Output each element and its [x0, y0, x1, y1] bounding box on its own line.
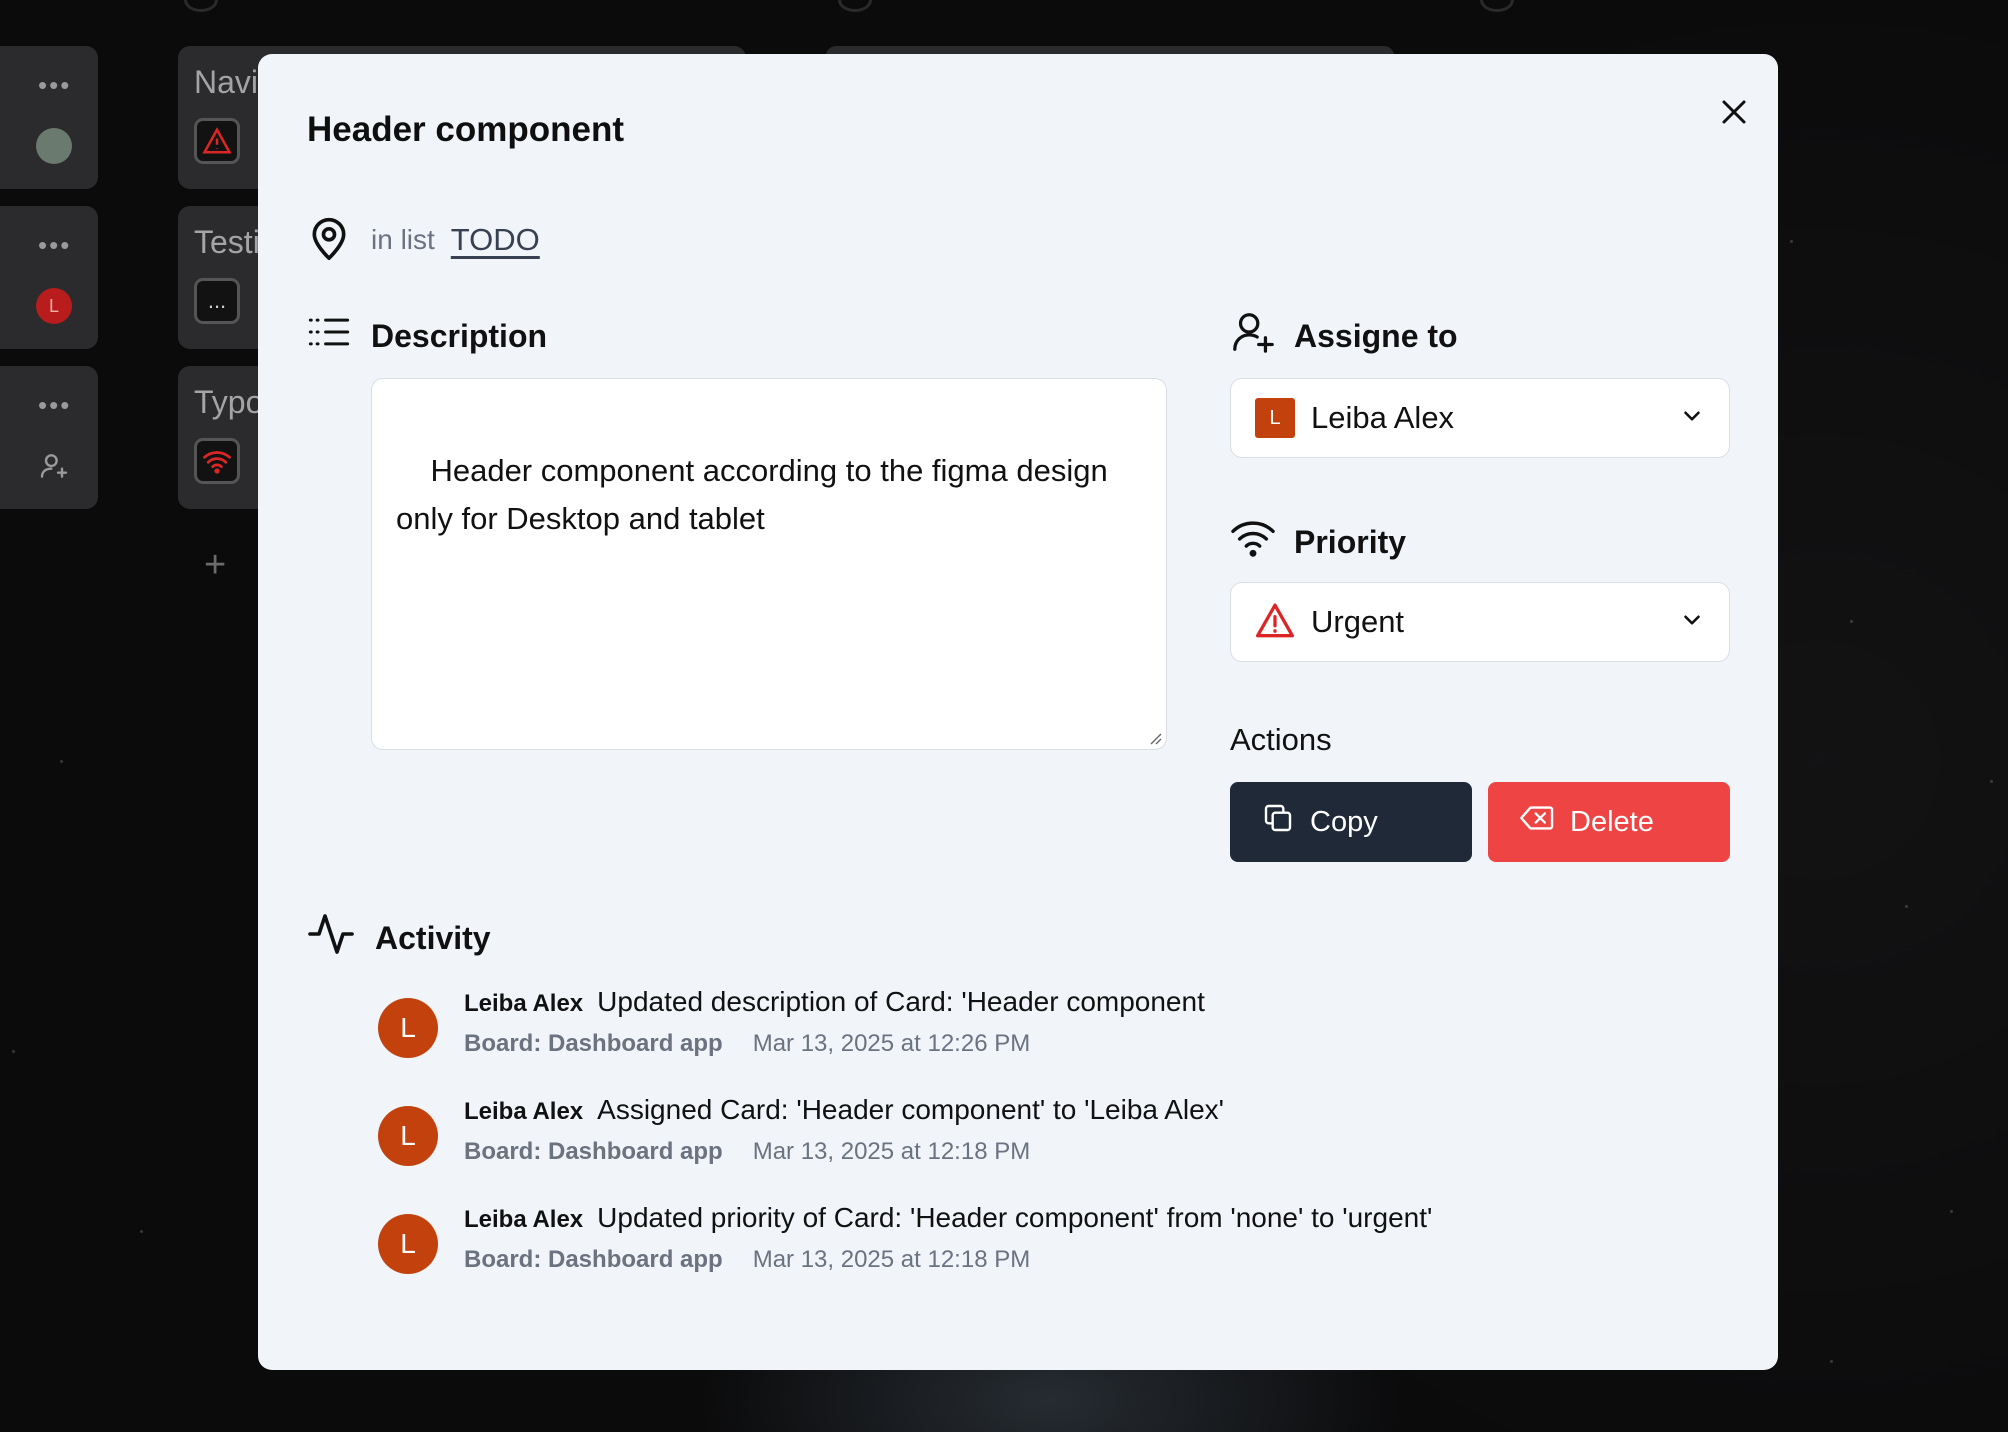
assignee-heading-text: Assigne to — [1294, 317, 1458, 354]
activity-user: Leiba Alex — [464, 1098, 584, 1125]
delete-button[interactable]: Delete — [1488, 782, 1730, 862]
priority-heading-text: Priority — [1294, 523, 1407, 560]
activity-board: Board: Dashboard app — [464, 1246, 723, 1273]
copy-button-label: Copy — [1310, 805, 1378, 838]
task-card-title: Navi — [194, 64, 259, 100]
activity-heading-text: Activity — [375, 919, 491, 956]
activity-board: Board: Dashboard app — [464, 1138, 723, 1165]
priority-value: Urgent — [1311, 604, 1405, 639]
side-card[interactable]: ••• L — [0, 206, 98, 349]
side-card[interactable]: ••• — [0, 366, 98, 509]
card-detail-modal: Header component in list TODO Descriptio… — [258, 54, 1778, 1370]
assignee-avatar: L — [1255, 398, 1295, 438]
activity-item: L Leiba Alex Updated description of Card:… — [378, 986, 1738, 1094]
activity-time: Mar 13, 2025 at 12:18 PM — [752, 1246, 1031, 1273]
activity-user: Leiba Alex — [464, 990, 584, 1017]
card-title: Header component — [307, 110, 624, 149]
signal-icon — [203, 451, 231, 474]
avatar: L — [378, 998, 438, 1058]
assignee-value: Leiba Alex — [1311, 400, 1455, 435]
avatar: L — [378, 1214, 438, 1274]
activity-heading: Activity — [307, 906, 491, 970]
search-icon — [838, 0, 872, 12]
delete-button-label: Delete — [1570, 805, 1654, 838]
activity-item: L Leiba Alex Assigned Card: 'Header compo… — [378, 1094, 1738, 1202]
list-location: in list TODO — [307, 214, 540, 266]
add-user-icon — [1230, 309, 1276, 363]
backspace-icon — [1520, 803, 1554, 841]
activity-text: Assigned Card: 'Header component' to 'Le… — [597, 1094, 1225, 1125]
avatar — [36, 128, 72, 164]
side-card[interactable]: ••• — [0, 46, 98, 189]
in-list-label: in list — [371, 224, 435, 255]
priority-select[interactable]: Urgent — [1230, 582, 1730, 662]
warning-icon — [202, 127, 232, 154]
avatar: L — [36, 288, 72, 324]
activity-text: Updated priority of Card: 'Header compon… — [597, 1202, 1433, 1233]
copy-button[interactable]: Copy — [1230, 782, 1472, 862]
map-pin-icon — [307, 214, 351, 267]
description-text: Header component according to the figma … — [396, 453, 1108, 536]
add-user-icon[interactable] — [38, 450, 70, 487]
task-card-title: Typo — [194, 384, 264, 420]
priority-badge — [194, 118, 240, 164]
description-heading: Description — [307, 310, 547, 362]
more-icon[interactable]: ••• — [38, 72, 71, 98]
signal-icon — [1230, 517, 1276, 567]
chevron-down-icon — [1679, 607, 1705, 638]
resize-handle-icon[interactable] — [1146, 729, 1162, 745]
priority-heading: Priority — [1230, 510, 1406, 574]
copy-icon — [1262, 802, 1294, 842]
activity-item: L Leiba Alex Updated priority of Card: 'H… — [378, 1202, 1738, 1310]
add-card-icon[interactable]: + — [204, 544, 226, 587]
assignee-heading: Assigne to — [1230, 304, 1458, 368]
list-link[interactable]: TODO — [451, 222, 540, 258]
close-icon — [1722, 100, 1746, 124]
column-header-icon — [1480, 0, 1514, 12]
description-textarea[interactable]: Header component according to the figma … — [371, 378, 1167, 750]
activity-time: Mar 13, 2025 at 12:18 PM — [752, 1138, 1031, 1165]
avatar: L — [378, 1106, 438, 1166]
list-icon — [307, 314, 351, 358]
column-header-icon — [184, 0, 218, 12]
activity-text: Updated description of Card: 'Header com… — [597, 986, 1205, 1017]
warning-icon — [1255, 601, 1295, 644]
activity-icon — [307, 909, 355, 967]
task-card-title: Testi — [194, 224, 260, 260]
priority-badge — [194, 438, 240, 484]
more-icon[interactable]: ••• — [38, 392, 71, 418]
activity-list: L Leiba Alex Updated description of Card:… — [378, 986, 1738, 1310]
assignee-select[interactable]: L Leiba Alex — [1230, 378, 1730, 458]
close-button[interactable] — [1706, 84, 1762, 140]
actions-heading: Actions — [1230, 722, 1332, 757]
more-icon[interactable]: ••• — [38, 232, 71, 258]
description-heading-text: Description — [371, 317, 548, 354]
activity-time: Mar 13, 2025 at 12:26 PM — [752, 1030, 1031, 1057]
chevron-down-icon — [1679, 403, 1705, 434]
activity-board: Board: Dashboard app — [464, 1030, 723, 1057]
priority-badge: ... — [194, 278, 240, 324]
activity-user: Leiba Alex — [464, 1206, 584, 1233]
